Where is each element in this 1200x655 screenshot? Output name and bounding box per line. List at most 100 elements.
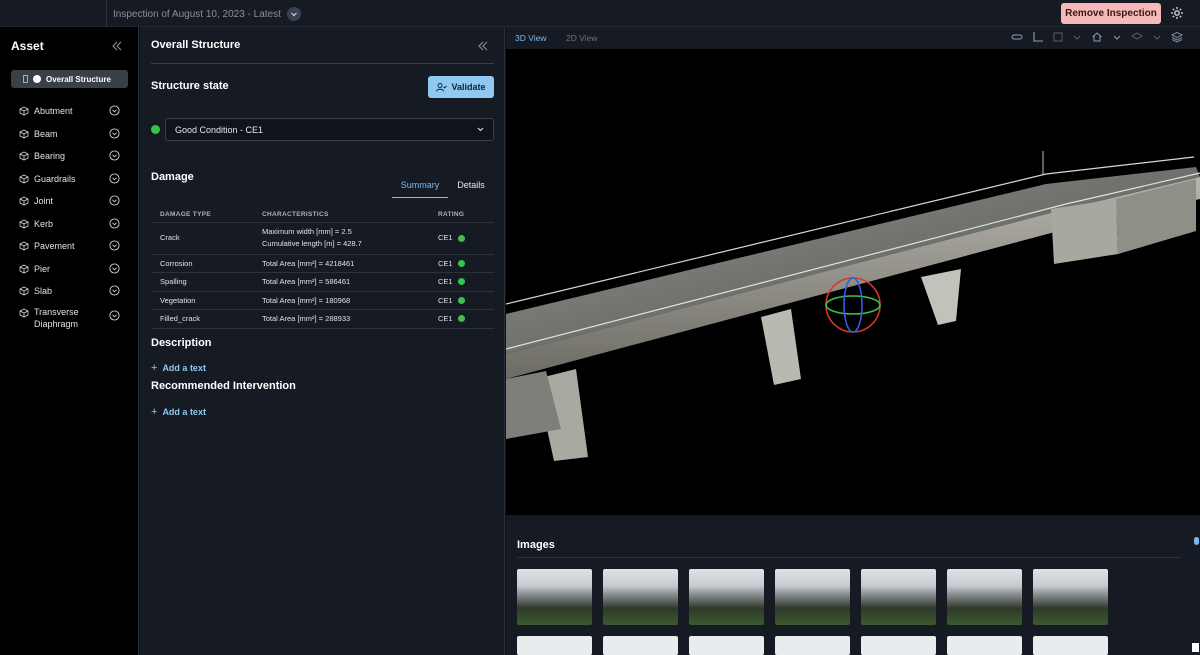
layers-icon[interactable] <box>1131 31 1143 43</box>
chevron-down-icon[interactable] <box>1152 31 1162 43</box>
image-thumbnail[interactable] <box>947 569 1022 625</box>
inspection-selector[interactable]: Inspection of August 10, 2023 - Latest <box>113 7 301 21</box>
chevron-down-icon[interactable] <box>286 7 301 21</box>
table-row[interactable]: Corrosion Total Area [mm²] = 4218461 CE1 <box>151 254 494 273</box>
add-text-label: Add a text <box>162 363 206 373</box>
damage-type: Spalling <box>151 272 253 292</box>
column-header: DAMAGE TYPE <box>151 208 253 223</box>
image-thumbnail[interactable] <box>517 569 592 625</box>
table-row[interactable]: Vegetation Total Area [mm²] = 180968 CE1 <box>151 291 494 310</box>
structure-state-title: Structure state <box>151 80 229 92</box>
rating-dot <box>457 296 465 304</box>
image-thumbnail[interactable] <box>603 569 678 625</box>
chevron-down-icon[interactable] <box>1112 31 1122 43</box>
sidebar-item-beam[interactable]: Beam <box>0 123 139 146</box>
chevron-down-icon[interactable] <box>109 309 120 321</box>
sidebar-item-kerb[interactable]: Kerb <box>0 213 139 236</box>
top-bar: Inspection of August 10, 2023 - Latest R… <box>0 0 1200 27</box>
rating-value: CE1 <box>438 277 453 287</box>
home-icon[interactable] <box>1091 31 1103 43</box>
sidebar-title: Asset <box>11 39 44 53</box>
chevron-down-icon[interactable] <box>109 105 120 116</box>
chevron-down-icon[interactable] <box>109 217 120 229</box>
column-header: CHARACTERISTICS <box>253 208 429 223</box>
collapse-panel-icon[interactable] <box>477 40 489 52</box>
tab-details[interactable]: Details <box>450 180 492 190</box>
crop-icon[interactable] <box>1053 31 1063 43</box>
stack-icon[interactable] <box>1171 31 1183 43</box>
condition-status-dot <box>151 125 160 134</box>
rating-dot <box>457 315 465 323</box>
sidebar-item-label: Slab <box>34 286 53 297</box>
tab-summary[interactable]: Summary <box>392 180 448 198</box>
condition-value: Good Condition - CE1 <box>175 124 264 135</box>
sidebar-item-pier[interactable]: Pier <box>0 258 139 281</box>
measure-icon[interactable] <box>1032 31 1044 43</box>
sidebar-item-label: Guardrails <box>34 173 76 184</box>
top-bar-spacer <box>0 0 107 27</box>
link-icon[interactable] <box>1011 31 1023 43</box>
table-row[interactable]: Filled_crack Total Area [mm²] = 288933 C… <box>151 309 494 329</box>
sidebar-item-joint[interactable]: Joint <box>0 190 139 213</box>
sidebar-item-label: Bearing <box>34 151 66 162</box>
image-thumbnail[interactable] <box>947 636 1022 655</box>
condition-select[interactable]: Good Condition - CE1 <box>165 118 494 141</box>
image-thumbnail[interactable] <box>517 636 592 655</box>
asset-sidebar: Asset Overall Structure Abutment Beam Be… <box>0 27 139 655</box>
characteristic-line: Cumulative length [m] = 428.7 <box>262 239 362 248</box>
cube-icon <box>19 219 29 229</box>
scrollbar-thumb[interactable] <box>1194 537 1199 545</box>
viewer-toolbar: 3D View 2D View <box>506 27 1200 49</box>
rating-cell: CE1 <box>429 291 494 310</box>
overall-structure-chip[interactable]: Overall Structure <box>11 70 128 88</box>
sidebar-item-transverse-diaphragm[interactable]: Transverse Diaphragm <box>0 303 139 333</box>
tab-3d-view[interactable]: 3D View <box>515 33 547 43</box>
sidebar-item-bearing[interactable]: Bearing <box>0 145 139 168</box>
add-description-button[interactable]: + Add a text <box>151 362 206 374</box>
status-dot <box>33 75 41 83</box>
table-row[interactable]: Spalling Total Area [mm²] = 586461 CE1 <box>151 272 494 292</box>
image-thumbnail[interactable] <box>1033 636 1108 655</box>
sidebar-item-abutment[interactable]: Abutment <box>0 100 139 123</box>
characteristics: Maximum width [mm] = 2.5 Cumulative leng… <box>253 222 429 255</box>
chevron-down-icon[interactable] <box>109 150 120 161</box>
add-intervention-button[interactable]: + Add a text <box>151 406 206 418</box>
bridge-3d-model[interactable] <box>506 49 1200 515</box>
image-thumbnail[interactable] <box>603 636 678 655</box>
validate-label: Validate <box>451 82 486 92</box>
chevron-down-icon[interactable] <box>109 127 120 139</box>
image-thumbnail[interactable] <box>775 636 850 655</box>
divider <box>517 557 1181 558</box>
collapse-sidebar-icon[interactable] <box>111 40 123 52</box>
remove-inspection-button[interactable]: Remove Inspection <box>1061 3 1161 24</box>
rating-cell: CE1 <box>429 222 494 255</box>
image-thumbnail[interactable] <box>689 569 764 625</box>
column-header: RATING <box>429 208 494 223</box>
sidebar-item-label: Transverse Diaphragm <box>34 306 79 330</box>
chevron-down-icon[interactable] <box>109 262 120 274</box>
chevron-down-icon[interactable] <box>1072 31 1082 43</box>
image-thumbnail[interactable] <box>689 636 764 655</box>
sidebar-item-slab[interactable]: Slab <box>0 280 139 303</box>
characteristic-line: Total Area [mm²] = 180968 <box>253 291 429 310</box>
chevron-down-icon[interactable] <box>109 195 120 206</box>
damage-type: Filled_crack <box>151 309 253 329</box>
gear-icon[interactable] <box>1170 6 1184 20</box>
table-row[interactable]: Crack Maximum width [mm] = 2.5 Cumulativ… <box>151 222 494 255</box>
characteristic-line: Total Area [mm²] = 586461 <box>253 272 429 292</box>
chevron-down-icon[interactable] <box>109 172 120 184</box>
user-check-icon <box>436 82 448 92</box>
image-thumbnail[interactable] <box>861 636 936 655</box>
chevron-down-icon[interactable] <box>109 285 120 296</box>
sidebar-item-label: Abutment <box>34 106 73 117</box>
sidebar-item-guardrails[interactable]: Guardrails <box>0 168 139 191</box>
tab-2d-view[interactable]: 2D View <box>566 33 598 43</box>
image-thumbnail[interactable] <box>775 569 850 625</box>
validate-button[interactable]: Validate <box>428 76 494 98</box>
sidebar-item-pavement[interactable]: Pavement <box>0 235 139 258</box>
chevron-down-icon[interactable] <box>109 240 120 251</box>
image-thumbnail[interactable] <box>1033 569 1108 625</box>
image-thumbnail[interactable] <box>861 569 936 625</box>
rating-cell: CE1 <box>429 309 494 329</box>
resize-handle[interactable] <box>1192 643 1199 652</box>
